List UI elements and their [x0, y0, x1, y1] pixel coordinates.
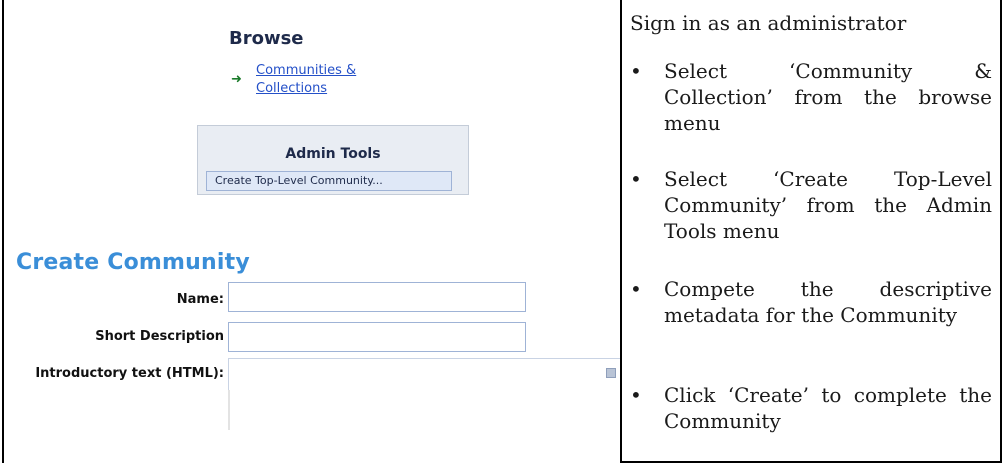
scroll-up-icon[interactable]	[606, 368, 616, 378]
admin-tools-panel: Admin Tools Create Top-Level Community..…	[197, 125, 469, 195]
instruction-intro: Sign in as an administrator	[630, 11, 907, 35]
bullet-icon: •	[630, 383, 642, 407]
dspace-screenshot: Browse ➜ Communities & Collections Admin…	[4, 0, 620, 463]
column-divider	[620, 0, 622, 463]
admin-tools-title: Admin Tools	[285, 146, 381, 162]
bullet-icon: •	[630, 277, 642, 301]
create-community-heading: Create Community	[16, 250, 250, 275]
textarea-scroll-edge	[228, 390, 230, 430]
communities-collections-link[interactable]: Communities & Collections	[256, 62, 396, 98]
instruction-step-text: Compete the descriptive metadata for the…	[664, 277, 992, 327]
short-description-input[interactable]	[228, 322, 526, 352]
short-description-label: Short Description	[95, 329, 224, 344]
right-arrow-icon: ➜	[231, 72, 242, 87]
create-top-level-community-button[interactable]: Create Top-Level Community...	[206, 171, 452, 191]
instruction-step-text: Click ‘Create’ to complete the Community	[664, 383, 992, 433]
name-label: Name:	[176, 292, 224, 307]
instructions-column: Sign in as an administrator • Select ‘Co…	[630, 0, 994, 463]
instruction-step-text: Select ‘Community & Collection’ from the…	[664, 59, 992, 135]
name-input[interactable]	[228, 282, 526, 312]
introductory-text-label: Introductory text (HTML):	[35, 366, 224, 381]
bullet-icon: •	[630, 59, 642, 83]
introductory-text-field[interactable]	[228, 358, 620, 390]
browse-title: Browse	[229, 28, 304, 49]
instruction-step-text: Select ‘Create Top-Level Community’ from…	[664, 167, 992, 243]
bullet-icon: •	[630, 167, 642, 191]
